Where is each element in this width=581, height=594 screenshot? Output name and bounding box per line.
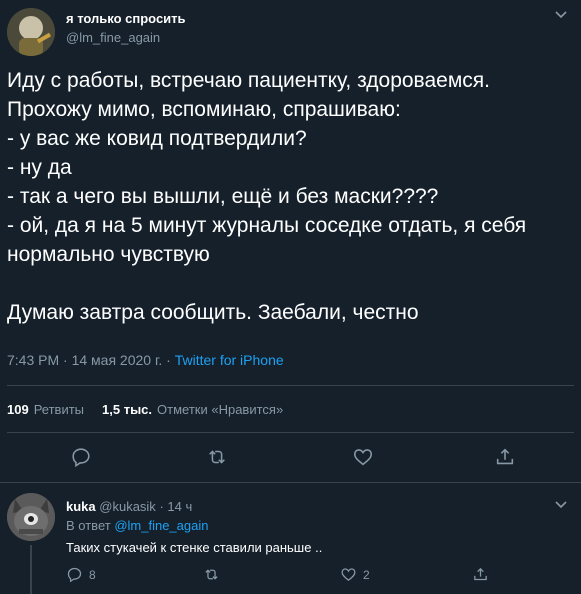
reply-icon [67,567,82,583]
meta-separator: · [162,352,175,368]
reply-share-button[interactable] [472,566,489,583]
likes-label: Отметки «Нравится» [157,402,284,417]
author-name[interactable]: я только спросить [66,11,186,26]
reply-to-prefix: В ответ [66,518,111,533]
reply-button[interactable] [70,446,92,473]
reply-reply-button[interactable]: 8 [66,566,96,583]
like-button[interactable] [352,446,374,473]
divider [7,432,574,433]
retweet-icon [209,450,225,464]
reply-header: kuka @kukasik · 14 ч [66,499,192,514]
chevron-down-icon[interactable] [553,496,569,512]
share-button[interactable] [494,446,516,473]
tweet-text: Иду с работы, встречаю пациентку, здоров… [7,69,527,324]
retweets-stat[interactable]: 109 Ретвиты [7,402,84,417]
tweet-source[interactable]: Twitter for iPhone [175,352,284,368]
tweet-meta: 7:43 PM · 14 мая 2020 г. · Twitter for i… [7,352,284,368]
reply-author-avatar[interactable] [7,493,55,541]
divider [0,482,581,483]
reply-reply-count: 8 [89,567,96,582]
share-icon [474,567,487,581]
heart-icon [353,449,373,466]
retweets-count: 109 [7,402,29,417]
reply-to-line: В ответ @lm_fine_again [66,518,208,533]
likes-stat[interactable]: 1,5 тыс. Отметки «Нравится» [102,402,283,417]
reply-text: Таких стукачей к стенке ставили раньше .… [66,540,323,555]
share-icon [496,448,514,465]
reply-to-handle[interactable]: @lm_fine_again [114,518,208,533]
author-avatar[interactable] [7,8,55,56]
tweet-stats: 109 Ретвиты 1,5 тыс. Отметки «Нравится» [7,402,283,417]
reply-author-handle[interactable]: @kukasik [99,499,156,514]
retweets-label: Ретвиты [33,402,85,417]
retweet-button[interactable] [206,446,228,473]
reply-author-name[interactable]: kuka [66,499,96,514]
reply-retweet-button[interactable] [203,566,220,583]
thread-line [30,545,32,594]
reply-like-button[interactable]: 2 [340,566,370,583]
reply-icon [72,448,90,468]
chevron-down-icon[interactable] [553,6,569,22]
author-handle[interactable]: @lm_fine_again [66,30,160,45]
tweet-timestamp[interactable]: 7:43 PM · 14 мая 2020 г. [7,352,162,368]
likes-count: 1,5 тыс. [102,402,153,417]
divider [7,385,574,386]
heart-icon [341,568,356,581]
retweet-icon [205,569,218,580]
reply-time[interactable]: · 14 ч [159,499,192,514]
reply-like-count: 2 [363,567,370,582]
